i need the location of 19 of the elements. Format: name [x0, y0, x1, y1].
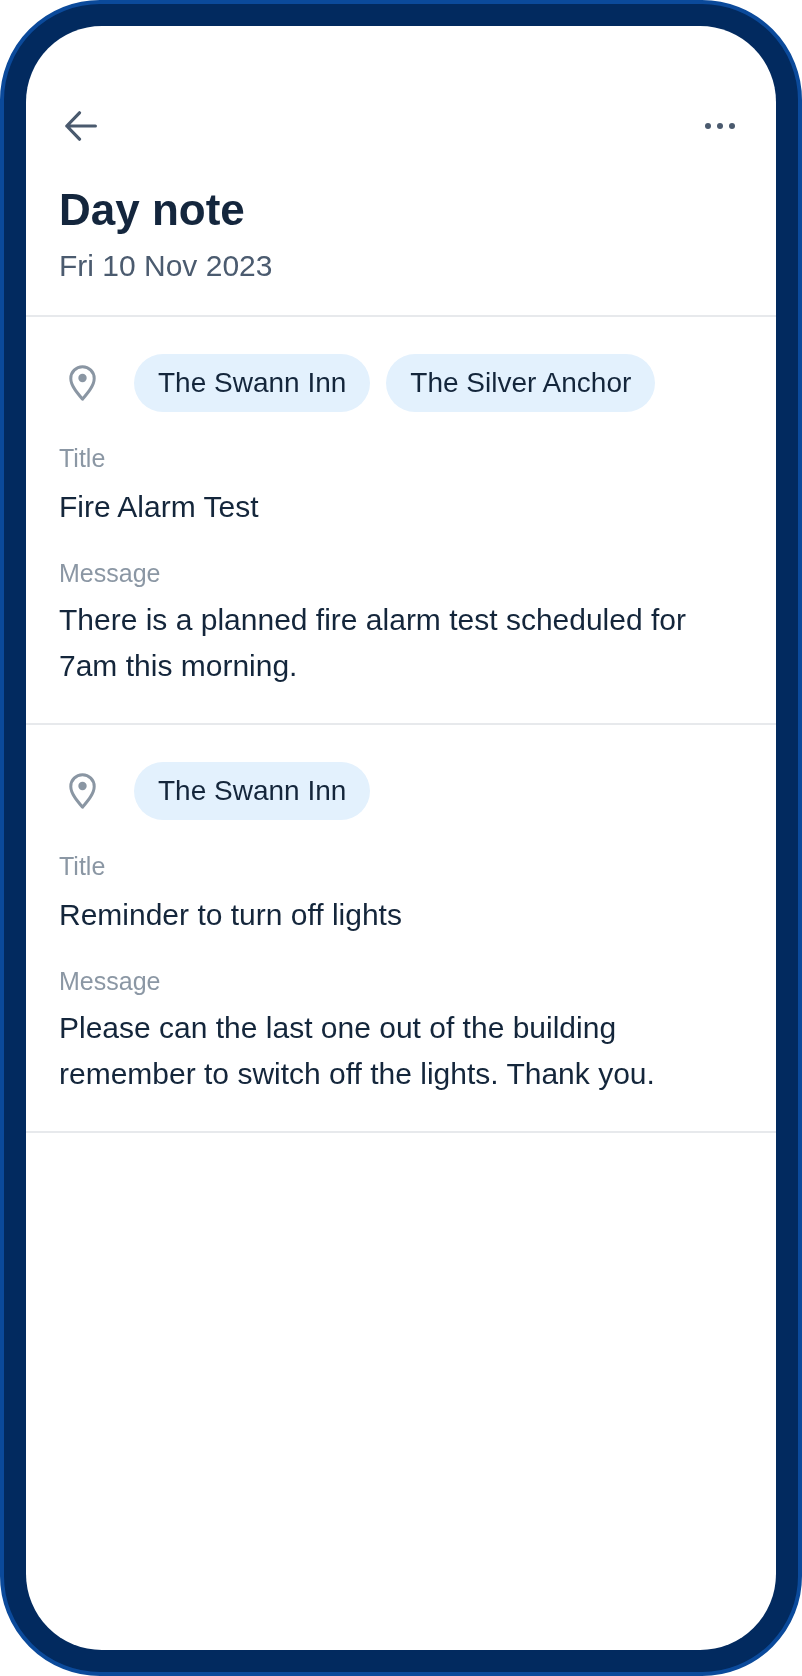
map-pin-icon — [69, 365, 96, 401]
note-title: Fire Alarm Test — [59, 489, 260, 525]
map-pin-icon — [69, 773, 96, 809]
field-label: Title — [59, 443, 107, 473]
field-label: Message — [59, 558, 162, 588]
page-title: Day note — [59, 184, 246, 236]
field-label: Message — [59, 966, 162, 996]
more-icon — [705, 123, 735, 129]
note-message: There is a planned fire alarm test scheduled for 7am this morning. — [59, 602, 687, 684]
note-message: Please can the last one out of the building remember to switch off the lights. Thank you. — [59, 1010, 656, 1092]
more-button[interactable] — [705, 123, 735, 129]
location-tag: The Swann Inn — [134, 762, 371, 820]
field-label: Title — [59, 851, 107, 881]
date-text: Fri 10 Nov 2023 — [59, 248, 274, 284]
back-arrow-icon — [65, 111, 97, 141]
back-button[interactable] — [65, 111, 97, 141]
location-tag: The Swann Inn — [134, 354, 371, 412]
note-title: Reminder to turn off lights — [59, 897, 403, 933]
location-tag: The Silver Anchor — [386, 354, 656, 412]
